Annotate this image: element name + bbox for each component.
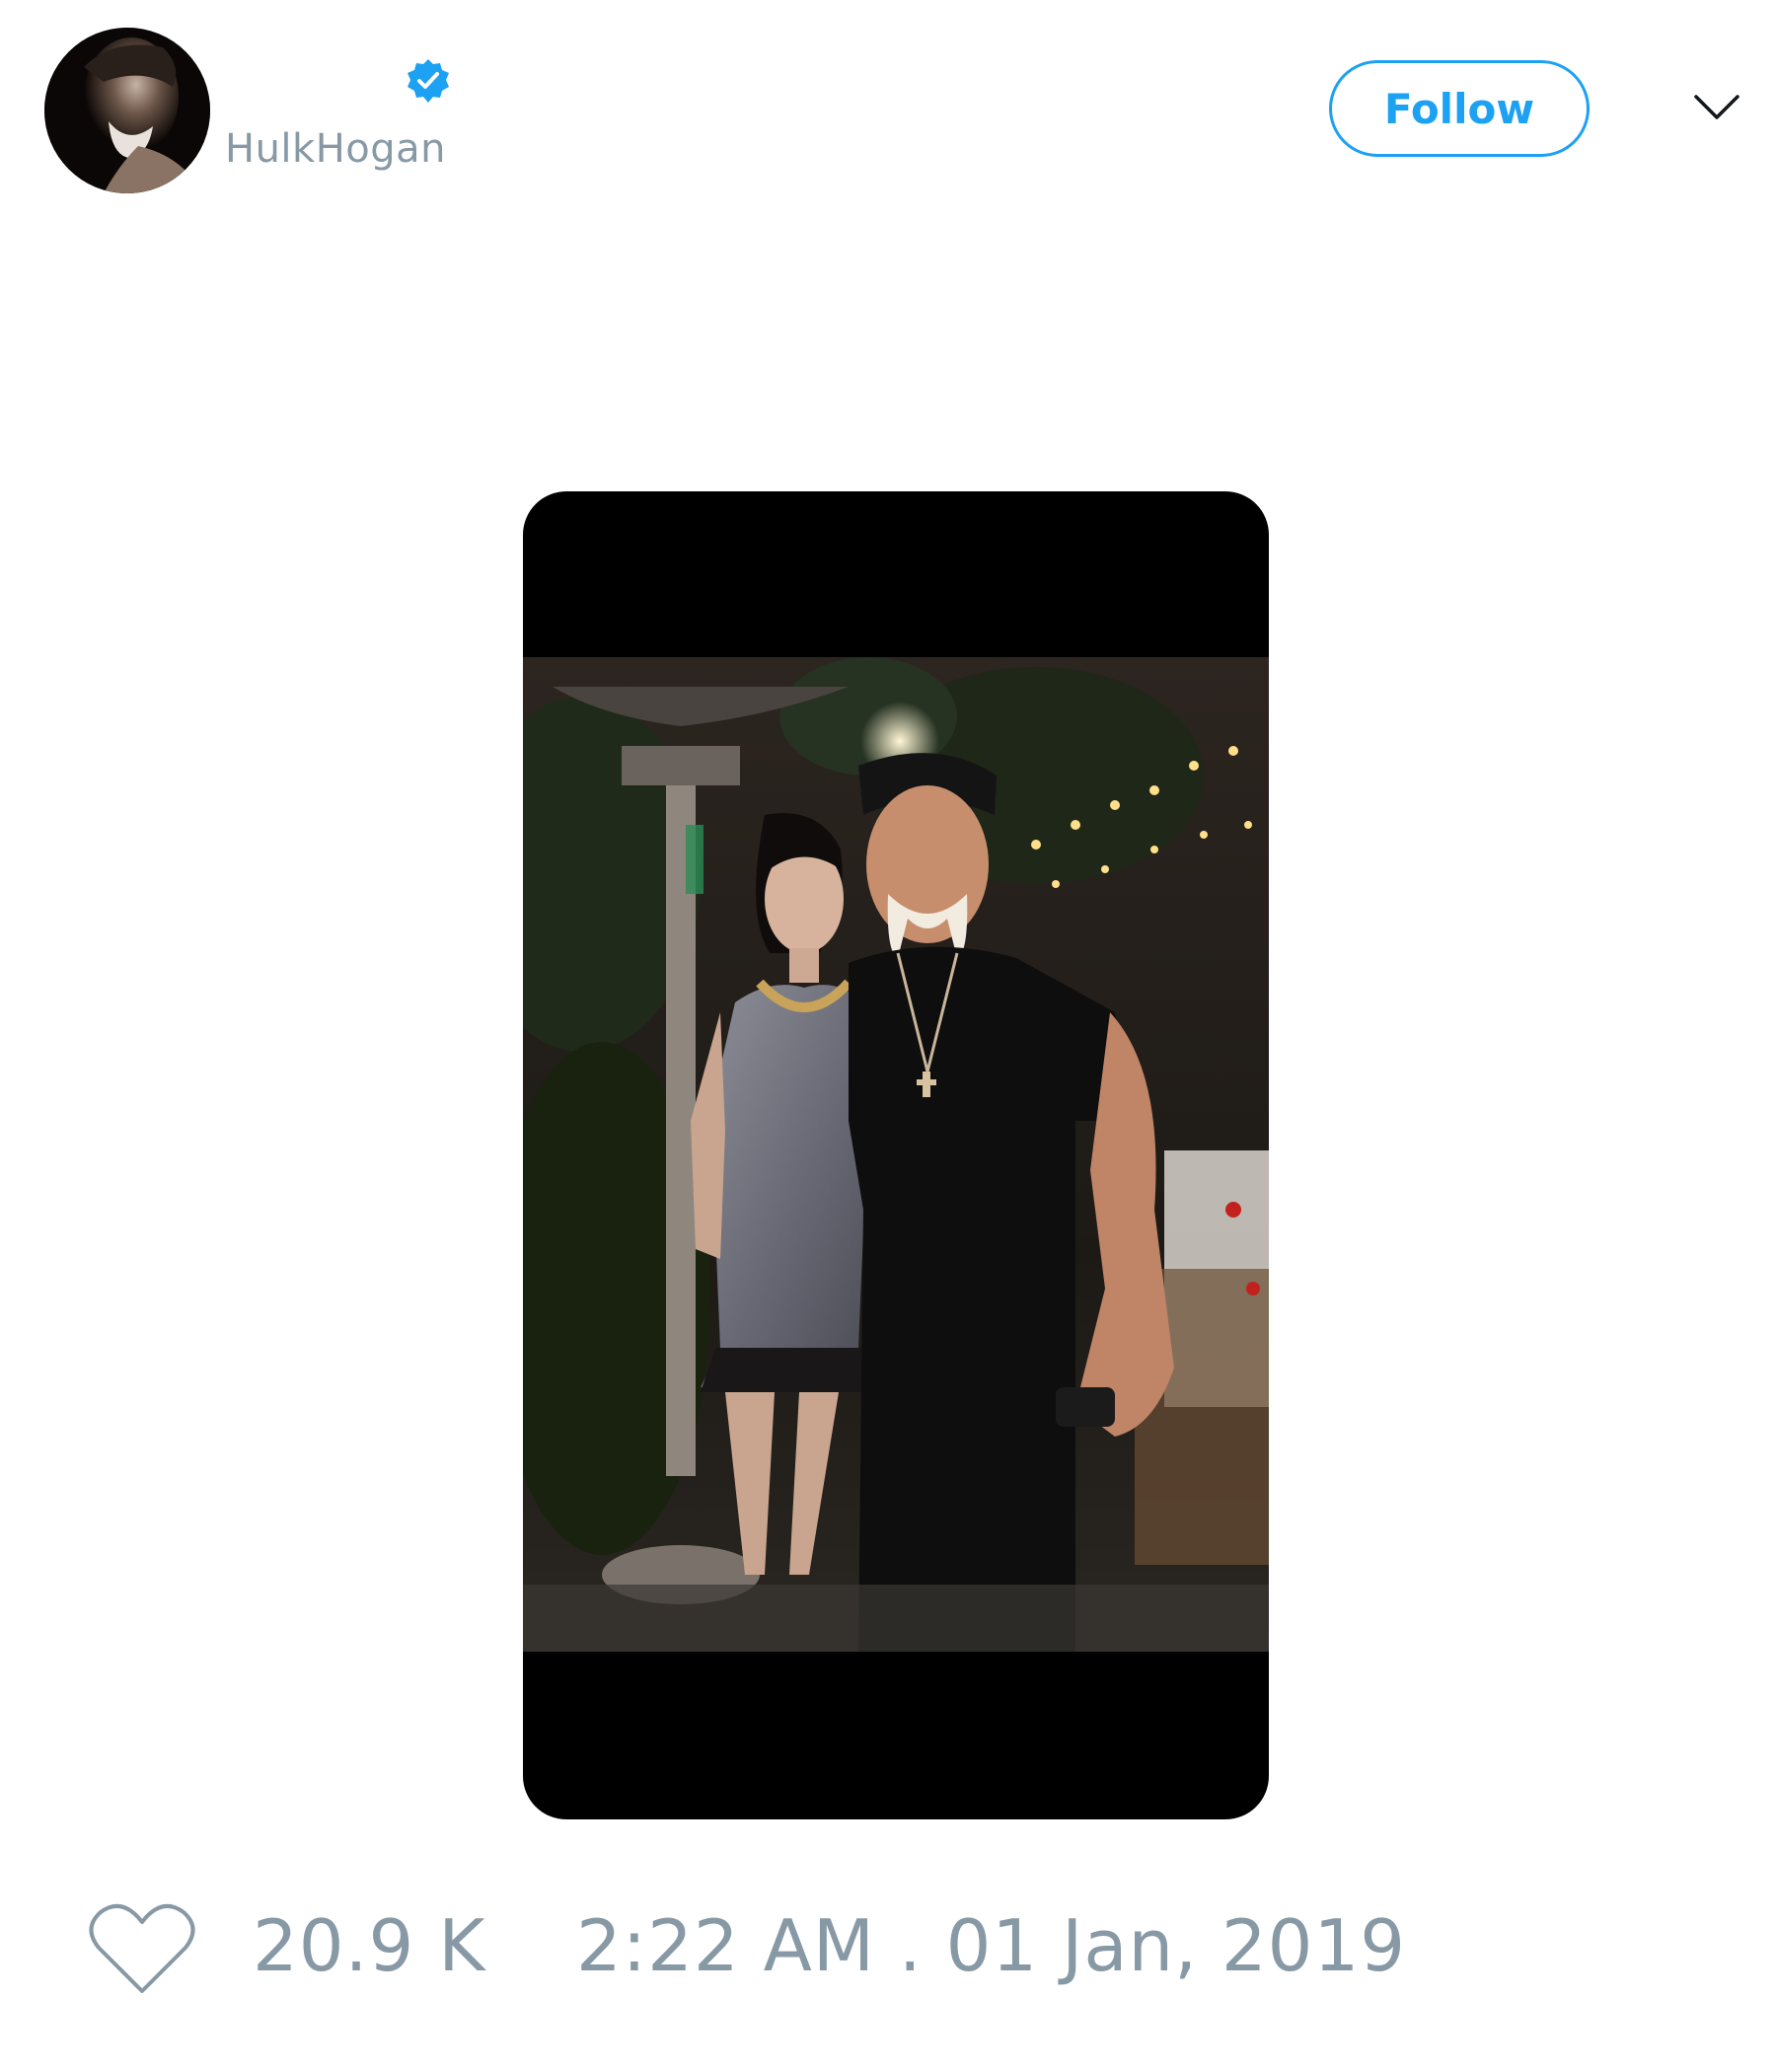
heart-outline-icon[interactable]	[87, 1900, 197, 1999]
tweet-photo	[523, 657, 1269, 1652]
author-handle[interactable]: HulkHogan	[225, 126, 446, 172]
like-count: 20.9 K	[253, 1904, 486, 1987]
tweet-card: HulkHogan Follow 20.9 K 2:22 AM . 01 Jan…	[0, 0, 1776, 2072]
tweet-media[interactable]	[523, 491, 1269, 1819]
tweet-timestamp[interactable]: 2:22 AM . 01 Jan, 2019	[576, 1904, 1406, 1987]
avatar-image	[44, 28, 210, 193]
avatar[interactable]	[44, 28, 210, 193]
chevron-down-icon[interactable]	[1692, 91, 1741, 124]
verified-badge-icon	[407, 59, 449, 103]
follow-button[interactable]: Follow	[1329, 60, 1590, 157]
